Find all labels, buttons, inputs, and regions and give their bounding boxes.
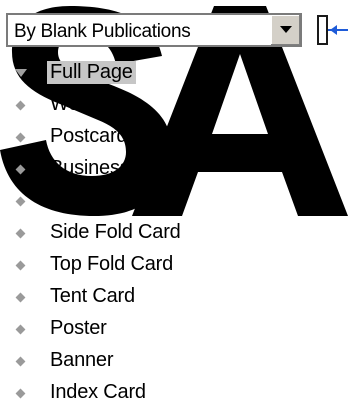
list-item-banner[interactable]: Banner bbox=[6, 346, 346, 376]
list-item-label: Book Fold bbox=[50, 189, 139, 211]
pin-pane-icon[interactable] bbox=[312, 12, 352, 48]
list-item-top-fold-card[interactable]: Top Fold Card bbox=[6, 250, 346, 280]
list-item-side-fold-card[interactable]: Side Fold Card bbox=[6, 218, 346, 248]
bullet-icon bbox=[15, 388, 26, 399]
list-item-label: Tent Card bbox=[50, 285, 135, 307]
bullet-icon bbox=[15, 324, 26, 335]
list-item-index-card[interactable]: Index Card bbox=[6, 378, 346, 408]
bullet-icon bbox=[15, 292, 26, 303]
list-item-label: Full Page bbox=[47, 61, 136, 84]
list-item-label: Postcard bbox=[50, 125, 128, 147]
publication-type-list: Full Page Web Page Postcard Business Car… bbox=[6, 58, 358, 415]
dropdown-value: By Blank Publications bbox=[14, 21, 191, 42]
bullet-icon bbox=[15, 260, 26, 271]
list-item-label: Index Card bbox=[50, 381, 146, 403]
bullet-icon bbox=[15, 164, 26, 175]
list-item-tent-card[interactable]: Tent Card bbox=[6, 282, 346, 312]
list-item-label: Banner bbox=[50, 349, 114, 371]
toolbar: By Blank Publications bbox=[0, 0, 358, 58]
dropdown-arrow-button[interactable] bbox=[270, 15, 300, 45]
bullet-icon bbox=[15, 228, 26, 239]
bullet-icon bbox=[15, 196, 26, 207]
list-item-label: Business Card bbox=[50, 157, 178, 179]
list-item-label: Poster bbox=[50, 317, 107, 339]
list-item-poster[interactable]: Poster bbox=[6, 314, 346, 344]
publication-type-dropdown[interactable]: By Blank Publications bbox=[6, 13, 302, 47]
bullet-icon bbox=[15, 132, 26, 143]
bullet-icon bbox=[15, 356, 26, 367]
list-item-full-page[interactable]: Full Page bbox=[6, 58, 346, 88]
list-item-book-fold[interactable]: Book Fold bbox=[6, 186, 346, 216]
expand-triangle-icon bbox=[15, 69, 27, 77]
list-item-business-card[interactable]: Business Card bbox=[6, 154, 346, 184]
list-item-label: Side Fold Card bbox=[50, 221, 181, 243]
list-item-label: Web Page bbox=[50, 93, 142, 115]
list-item-label: Top Fold Card bbox=[50, 253, 174, 275]
list-item-web-page[interactable]: Web Page bbox=[6, 90, 346, 120]
bullet-icon bbox=[15, 100, 26, 111]
list-item-postcard[interactable]: Postcard bbox=[6, 122, 346, 152]
